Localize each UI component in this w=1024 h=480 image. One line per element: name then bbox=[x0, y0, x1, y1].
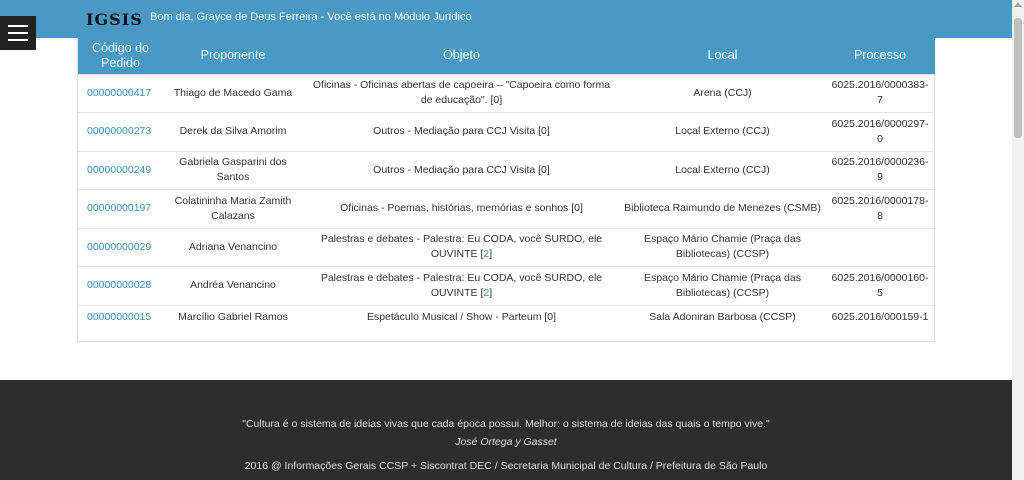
process-cell: 6025.2016/0000160-5 bbox=[825, 266, 935, 305]
scroll-thumb[interactable] bbox=[1014, 18, 1022, 138]
proponent-cell: Derek da Silva Amorim bbox=[163, 112, 303, 151]
column-header-object: Objeto bbox=[303, 38, 620, 74]
object-cell: Outros - Mediação para CCJ Visita [0] bbox=[303, 112, 620, 151]
object-cell: Oficinas - Poemas, histórias, memórias e… bbox=[303, 189, 620, 228]
proponent-cell: Colatininha Maria Zamith Calazans bbox=[163, 189, 303, 228]
local-cell: Local Externo (CCJ) bbox=[620, 112, 825, 151]
object-text: Palestras e debates - Palestra: Eu CODA,… bbox=[320, 271, 603, 299]
column-header-code: Código do Pedido bbox=[78, 38, 163, 74]
footer-quote: "Cultura é o sistema de ideias vivas que… bbox=[242, 418, 770, 430]
proponent-cell: Adriana Venancino bbox=[163, 227, 303, 267]
column-header-local: Local bbox=[620, 38, 825, 74]
object-cell: Outros - Mediação para CCJ Visita [0] bbox=[303, 150, 620, 190]
process-cell: 6025.2016/0000383-7 bbox=[825, 73, 935, 113]
request-code-link[interactable]: 00000000029 bbox=[78, 227, 163, 267]
object-cell: Espetáculo Musical / Show - Parteum [0] bbox=[303, 304, 620, 329]
hamburger-menu-button[interactable] bbox=[0, 16, 36, 50]
request-code-link[interactable]: 00000000015 bbox=[78, 304, 163, 329]
requests-table: Código do Pedido Proponente Objeto Local… bbox=[78, 38, 935, 329]
table-row: 00000000028 Andréa Venancino Palestras e… bbox=[78, 266, 935, 305]
local-cell: Espaço Mário Chamie (Praça das Bibliotec… bbox=[620, 227, 825, 267]
user-greeting: Bom dia, Grayce de Deus Ferreira - Você … bbox=[150, 11, 472, 23]
local-cell: Arena (CCJ) bbox=[620, 73, 825, 113]
table-row: 00000000417 Thiago de Macedo Gama Oficin… bbox=[78, 73, 935, 113]
hamburger-icon bbox=[8, 25, 28, 27]
request-code-link[interactable]: 00000000417 bbox=[78, 73, 163, 113]
table-row: 00000000273 Derek da Silva Amorim Outros… bbox=[78, 112, 935, 151]
object-text: Palestras e debates - Palestra: Eu CODA,… bbox=[320, 233, 603, 261]
table-header-row: Código do Pedido Proponente Objeto Local… bbox=[78, 38, 935, 74]
proponent-cell: Gabriela Gasparini dos Santos bbox=[163, 150, 303, 190]
object-cell: Oficinas - Oficinas abertas de capoeira … bbox=[303, 73, 620, 113]
table-row: 00000000249 Gabriela Gasparini dos Santo… bbox=[78, 150, 935, 190]
process-cell: 6025.2016/0000236-9 bbox=[825, 150, 935, 190]
scroll-up-icon[interactable] bbox=[1014, 2, 1022, 7]
request-code-link[interactable]: 00000000028 bbox=[78, 266, 163, 305]
local-cell: Sala Adoniran Barbosa (CCSP) bbox=[620, 304, 825, 329]
igsis-logo[interactable]: IGSIS bbox=[86, 10, 143, 29]
table-row: 00000000015 Marcílio Gabriel Ramos Espet… bbox=[78, 304, 935, 329]
proponent-cell: Andréa Venancino bbox=[163, 266, 303, 305]
request-code-link[interactable]: 00000000249 bbox=[78, 150, 163, 190]
page-scrollbar[interactable] bbox=[1012, 0, 1024, 480]
request-code-link[interactable]: 00000000273 bbox=[78, 112, 163, 151]
column-header-proponent: Proponente bbox=[163, 38, 303, 74]
proponent-cell: Thiago de Macedo Gama bbox=[163, 73, 303, 113]
local-cell: Biblioteca Raimundo de Menezes (CSMB) bbox=[620, 189, 825, 228]
process-cell: 6025.2016/0000297-0 bbox=[825, 112, 935, 151]
requests-panel: Código do Pedido Proponente Objeto Local… bbox=[77, 38, 935, 342]
proponent-cell: Marcílio Gabriel Ramos bbox=[163, 304, 303, 329]
footer-credits: 2016 @ Informações Gerais CCSP + Siscont… bbox=[244, 460, 768, 472]
process-cell bbox=[825, 227, 935, 267]
object-text-end: ] bbox=[489, 286, 493, 299]
footer-quote-author: José Ortega y Gasset bbox=[455, 436, 557, 448]
local-cell: Espaço Mário Chamie (Praça das Bibliotec… bbox=[620, 266, 825, 305]
column-header-process: Processo bbox=[825, 38, 935, 74]
object-text-end: ] bbox=[489, 248, 493, 261]
top-navbar: IGSIS Bom dia, Grayce de Deus Ferreira -… bbox=[0, 0, 1012, 38]
object-cell: Palestras e debates - Palestra: Eu CODA,… bbox=[303, 266, 620, 305]
object-cell: Palestras e debates - Palestra: Eu CODA,… bbox=[303, 227, 620, 267]
table-row: 00000000197 Colatininha Maria Zamith Cal… bbox=[78, 189, 935, 228]
request-code-link[interactable]: 00000000197 bbox=[78, 189, 163, 228]
page-footer: "Cultura é o sistema de ideias vivas que… bbox=[0, 380, 1012, 480]
table-row: 00000000029 Adriana Venancino Palestras … bbox=[78, 227, 935, 267]
process-cell: 6025.2016/0000178-8 bbox=[825, 189, 935, 228]
local-cell: Local Externo (CCJ) bbox=[620, 150, 825, 190]
process-cell: 6025.2016/000159-1 bbox=[825, 304, 935, 329]
